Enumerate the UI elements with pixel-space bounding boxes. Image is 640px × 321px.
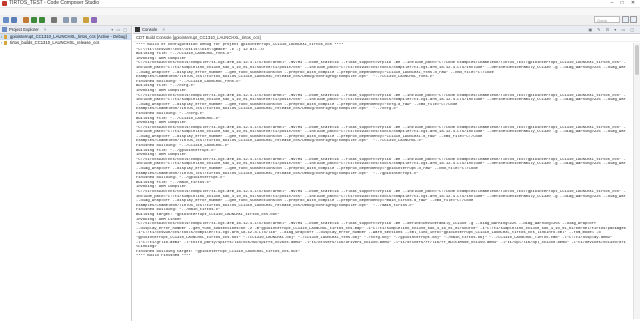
debug-icon[interactable]: [31, 17, 37, 23]
console-output[interactable]: **** Build of configuration Debug for pr…: [136, 43, 626, 319]
run-icon[interactable]: [39, 17, 45, 23]
search-icon[interactable]: [51, 17, 57, 23]
maximize-button[interactable]: □: [618, 0, 626, 7]
forward-icon[interactable]: [71, 17, 77, 23]
minimize-button[interactable]: –: [608, 0, 616, 7]
panel-buttons[interactable]: ▾ ▭ ▢: [111, 26, 128, 33]
tree-item-label: tirtos_builds_CC1310_LAUNCHXL_release_cc…: [10, 40, 100, 45]
tab-project-explorer-label: Project Explorer: [9, 27, 39, 32]
window-title: TIRTOS_TEST - Code Composer Studio: [9, 0, 100, 6]
console-subtitle: CDT Build Console [gpiointerrupt_CC1310_…: [133, 34, 640, 42]
chevron-right-icon[interactable]: ›: [1, 40, 2, 46]
terminal-icon[interactable]: [91, 17, 97, 23]
new-icon[interactable]: [3, 17, 9, 23]
console-toolbar[interactable]: ▣ ✎ ⊟ ▾ ▭ ▢: [588, 26, 636, 33]
console-line: **** Build Finished ****: [136, 254, 191, 259]
app-icon: [2, 1, 7, 6]
console-line: "C:/ti/ccs930/ccs/tools/compiler/ti-cgt-…: [136, 190, 626, 194]
save-icon[interactable]: [11, 17, 17, 23]
project-icon: [4, 35, 7, 39]
menu-bar: File Edit View Navigate Project Run Scri…: [0, 8, 640, 22]
tree-item-project[interactable]: › tirtos_builds_CC1310_LAUNCHXL_release_…: [0, 40, 131, 46]
console-icon: [135, 27, 140, 32]
project-icon: [4, 41, 7, 45]
back-icon[interactable]: [63, 17, 69, 23]
toolbar: [0, 15, 640, 26]
console-line: include_path="C:/ti/simplelink_cc13x0_sd…: [136, 65, 626, 70]
console-scrollbar[interactable]: [633, 43, 640, 319]
close-tab-icon[interactable]: ×: [163, 27, 165, 32]
title-bar: TIRTOS_TEST - Code Composer Studio – □ ✕: [0, 0, 640, 8]
perspective-debug-icon[interactable]: [630, 16, 637, 23]
tab-project-explorer[interactable]: Project Explorer × ▾ ▭ ▢: [0, 26, 131, 34]
folder-icon: [2, 27, 7, 32]
build-icon[interactable]: [23, 17, 29, 23]
tab-console-label: Console: [142, 27, 158, 32]
console-panel: Console × ▣ ✎ ⊟ ▾ ▭ ▢ CDT Build Console …: [133, 26, 640, 321]
console-line: -l"C:/ti/grlib.aem3" -l"third_party/spif…: [136, 240, 626, 245]
quick-access-input[interactable]: Quick Access: [594, 16, 620, 30]
folder-icon[interactable]: [83, 17, 89, 23]
close-button[interactable]: ✕: [629, 0, 637, 7]
perspective-edit-icon[interactable]: [622, 16, 629, 23]
close-tab-icon[interactable]: ×: [44, 27, 46, 32]
scrollbar-thumb[interactable]: [635, 45, 639, 75]
project-explorer-panel: Project Explorer × ▾ ▭ ▢ › gpiointerrupt…: [0, 26, 132, 321]
tree-item-label: gpiointerrupt_CC1310_LAUNCHXL_tirtos_ccs…: [10, 34, 127, 39]
console-line: "gpiointerrupt_CC1310_LAUNCHXL_tirtos_cc…: [136, 235, 613, 240]
tab-console[interactable]: Console × ▣ ✎ ⊟ ▾ ▭ ▢: [133, 26, 640, 34]
